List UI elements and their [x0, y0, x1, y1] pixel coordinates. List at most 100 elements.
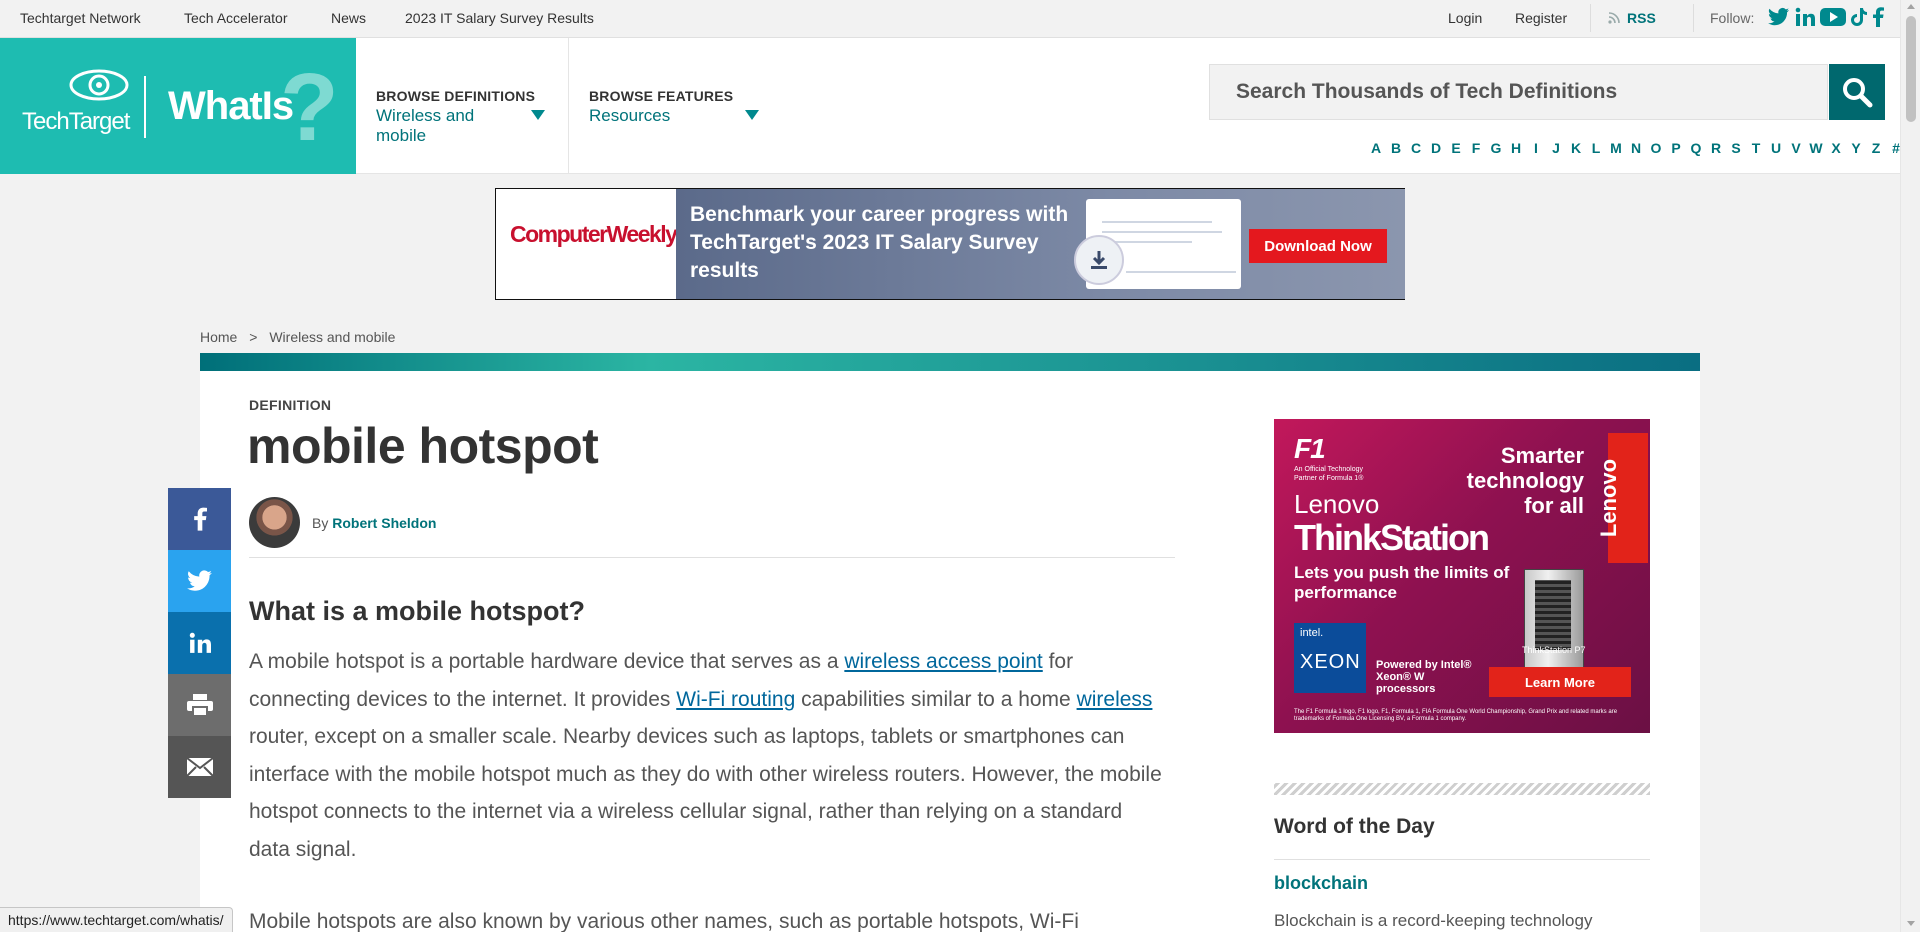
alphabet-letter-u[interactable]: U — [1771, 140, 1781, 156]
ad-tagline: Lets you push the limits of performance — [1294, 563, 1510, 602]
browse-definitions-heading: BROWSE DEFINITIONS — [376, 88, 536, 104]
chevron-down-icon[interactable] — [531, 110, 545, 120]
print-icon — [186, 694, 213, 717]
facebook-icon — [193, 507, 207, 531]
learn-more-button[interactable]: Learn More — [1489, 667, 1631, 697]
alphabet-letter-c[interactable]: C — [1411, 140, 1421, 156]
alphabet-letter-hash[interactable]: # — [1892, 140, 1900, 156]
social-follow — [1768, 7, 1884, 27]
alphabet-letter-z[interactable]: Z — [1872, 140, 1881, 156]
facebook-icon[interactable] — [1872, 7, 1884, 27]
alphabet-letter-d[interactable]: D — [1431, 140, 1441, 156]
alphabet-letter-b[interactable]: B — [1391, 140, 1401, 156]
wireless-link[interactable]: wireless — [1077, 688, 1153, 711]
email-icon — [185, 757, 214, 777]
powered-by-text: Powered by Intel® Xeon® W processors — [1376, 659, 1472, 695]
login-link[interactable]: Login — [1448, 10, 1482, 26]
breadcrumb-home[interactable]: Home — [200, 329, 237, 345]
register-link[interactable]: Register — [1515, 10, 1567, 26]
article-card: DEFINITION mobile hotspot By Robert Shel… — [200, 353, 1700, 932]
search-box — [1209, 64, 1830, 120]
alphabet-letter-h[interactable]: H — [1511, 140, 1521, 156]
alphabet-letter-w[interactable]: W — [1809, 140, 1822, 156]
rss-icon[interactable] — [1608, 11, 1620, 27]
word-of-day-link[interactable]: blockchain — [1274, 873, 1368, 894]
alphabet-letter-e[interactable]: E — [1451, 140, 1460, 156]
youtube-icon[interactable] — [1820, 7, 1846, 27]
ad-banner[interactable]: ComputerWeekly.com Benchmark your career… — [495, 188, 1405, 300]
techtarget-wordmark: TechTarget — [22, 108, 130, 135]
alphabet-letter-m[interactable]: M — [1610, 140, 1622, 156]
section-divider — [1274, 783, 1650, 795]
author-link[interactable]: Robert Sheldon — [332, 515, 436, 531]
scroll-thumb[interactable] — [1906, 16, 1916, 122]
linkedin-share-button[interactable] — [168, 612, 231, 674]
alphabet-letter-v[interactable]: V — [1791, 140, 1800, 156]
alphabet-letter-p[interactable]: P — [1671, 140, 1680, 156]
intel-xeon-badge: intel. XEON — [1294, 623, 1366, 693]
twitter-share-button[interactable] — [168, 550, 231, 612]
divider — [249, 557, 1175, 558]
alphabet-letter-y[interactable]: Y — [1851, 140, 1860, 156]
search-input[interactable] — [1210, 65, 1830, 119]
sidebar-ad[interactable]: F1 An Official Technology Partner of For… — [1274, 419, 1650, 733]
by-label: By — [312, 515, 329, 531]
follow-label: Follow: — [1710, 10, 1755, 26]
browse-definitions-menu[interactable]: BROWSE DEFINITIONS Wireless and mobile — [356, 38, 569, 174]
tech-accelerator-link[interactable]: Tech Accelerator — [184, 10, 288, 26]
scroll-up-icon[interactable] — [1907, 4, 1915, 9]
article-paragraph: A mobile hotspot is a portable hardware … — [249, 650, 1162, 861]
browse-definitions-value: Wireless and mobile — [376, 106, 475, 145]
alphabet-letter-q[interactable]: Q — [1691, 140, 1702, 156]
chevron-down-icon[interactable] — [745, 110, 759, 120]
top-bar: Techtarget Network Tech Accelerator News… — [0, 0, 1900, 38]
site-logo[interactable]: TechTarget ? WhatIs — [0, 38, 356, 174]
breadcrumb-current[interactable]: Wireless and mobile — [269, 329, 395, 345]
f1-logo: F1 — [1294, 433, 1326, 464]
avatar[interactable] — [249, 497, 300, 548]
scroll-down-icon[interactable] — [1907, 921, 1915, 926]
linkedin-icon[interactable] — [1795, 7, 1815, 27]
browse-features-value: Resources — [589, 106, 671, 125]
salary-survey-link[interactable]: 2023 IT Salary Survey Results — [405, 10, 594, 26]
linkedin-icon — [189, 632, 211, 653]
page-title: mobile hotspot — [247, 418, 599, 474]
alphabet-letter-s[interactable]: S — [1731, 140, 1740, 156]
alphabet-letter-i[interactable]: I — [1534, 140, 1538, 156]
alphabet-letter-o[interactable]: O — [1651, 140, 1662, 156]
scrollbar[interactable] — [1900, 0, 1920, 932]
facebook-share-button[interactable] — [168, 488, 231, 550]
share-toolbar — [168, 488, 231, 798]
search-button[interactable] — [1829, 64, 1885, 120]
techtarget-network-link[interactable]: Techtarget Network — [20, 10, 141, 26]
alphabet-letter-x[interactable]: X — [1831, 140, 1840, 156]
tiktok-icon[interactable] — [1851, 7, 1867, 27]
alphabet-letter-f[interactable]: F — [1472, 140, 1481, 156]
status-bar-url: https://www.techtarget.com/whatis/ — [0, 907, 233, 932]
news-link[interactable]: News — [331, 10, 366, 26]
ad-fine-print: The F1 Formula 1 logo, F1 logo, F1, Form… — [1294, 709, 1618, 722]
twitter-icon[interactable] — [1768, 7, 1790, 27]
alphabet-letter-l[interactable]: L — [1592, 140, 1601, 156]
alphabet-letter-n[interactable]: N — [1631, 140, 1641, 156]
alphabet-letter-a[interactable]: A — [1371, 140, 1381, 156]
print-button[interactable] — [168, 674, 231, 736]
download-now-button[interactable]: Download Now — [1249, 229, 1387, 263]
alphabet-letter-j[interactable]: J — [1552, 140, 1560, 156]
twitter-icon — [186, 570, 212, 591]
search-icon — [1843, 78, 1873, 108]
rss-link[interactable]: RSS — [1627, 10, 1656, 26]
email-share-button[interactable] — [168, 736, 231, 798]
divider — [1693, 4, 1694, 32]
alphabet-letter-r[interactable]: R — [1711, 140, 1721, 156]
divider — [1274, 859, 1650, 860]
breadcrumb: Home > Wireless and mobile — [200, 329, 395, 345]
alphabet-letter-k[interactable]: K — [1571, 140, 1581, 156]
alphabet-letter-t[interactable]: T — [1752, 140, 1761, 156]
wireless-access-point-link[interactable]: wireless access point — [844, 650, 1042, 673]
wifi-routing-link[interactable]: Wi-Fi routing — [676, 688, 795, 711]
browse-features-menu[interactable]: BROWSE FEATURES Resources — [569, 38, 779, 174]
ad-survey-thumbnail — [1074, 199, 1241, 289]
definition-label: DEFINITION — [249, 397, 332, 413]
alphabet-letter-g[interactable]: G — [1491, 140, 1502, 156]
